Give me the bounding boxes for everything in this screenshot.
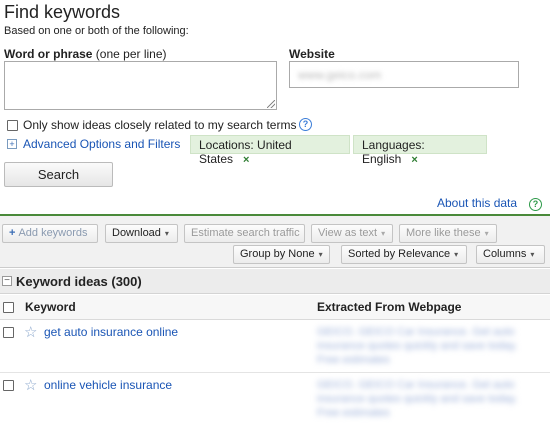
table-row: ☆ online vehicle insurance GEICO. GEICO … — [0, 374, 550, 425]
chevron-down-icon: ▾ — [530, 250, 535, 259]
expand-plus-icon[interactable]: + — [7, 139, 17, 149]
results-toolbar: + Add keywords Download ▾ Estimate search … — [0, 214, 550, 268]
website-label-text: Website — [289, 47, 335, 61]
download-button[interactable]: Download ▾ — [105, 224, 178, 243]
more-like-these-label: More like these — [406, 227, 481, 239]
word-phrase-label-bold: Word or phrase — [4, 47, 93, 61]
download-label: Download — [112, 227, 161, 239]
sort-label: Sorted by Relevance — [348, 248, 451, 260]
keyword-link[interactable]: online vehicle insurance — [44, 378, 172, 392]
only-show-label: Only show ideas closely related to my se… — [23, 118, 297, 132]
website-input[interactable]: www.geico.com — [289, 61, 519, 88]
view-as-text-label: View as text — [318, 227, 378, 239]
keyword-ideas-title: Keyword ideas (300) — [16, 274, 142, 289]
column-header-extracted[interactable]: Extracted From Webpage — [317, 300, 461, 314]
page-subtitle: Based on one or both of the following: — [4, 25, 189, 37]
table-header: Keyword Extracted From Webpage — [0, 295, 550, 320]
group-by-label: Group by None — [240, 248, 315, 260]
extracted-text: GEICO. GEICO Car Insurance. Get auto ins… — [317, 326, 518, 366]
group-by-dropdown[interactable]: Group by None ▾ — [233, 245, 330, 264]
collapse-minus-icon[interactable]: − — [2, 276, 12, 286]
keyword-link[interactable]: get auto insurance online — [44, 325, 178, 339]
add-keywords-button[interactable]: + Add keywords — [2, 224, 98, 243]
website-label: Website — [289, 47, 335, 61]
chevron-down-icon: ▾ — [318, 250, 323, 259]
extracted-text: GEICO. GEICO Car Insurance. Get auto ins… — [317, 379, 518, 419]
about-data-link[interactable]: About this data — [437, 196, 517, 210]
language-filter-chip: Languages: English × — [353, 135, 487, 166]
more-like-these-button[interactable]: More like these ▾ — [399, 224, 497, 243]
word-phrase-textarea[interactable] — [4, 61, 277, 110]
chevron-down-icon: ▾ — [381, 229, 386, 238]
row-checkbox[interactable] — [3, 380, 14, 391]
chevron-down-icon: ▾ — [454, 250, 459, 259]
star-icon[interactable]: ☆ — [24, 323, 37, 341]
location-filter-chip: Locations: United States × — [190, 135, 350, 166]
keyword-ideas-header: − Keyword ideas (300) — [0, 269, 550, 294]
resize-grip-icon[interactable] — [267, 100, 275, 108]
location-chip-close-icon[interactable]: × — [243, 154, 249, 166]
column-header-keyword[interactable]: Keyword — [25, 300, 76, 314]
chevron-down-icon: ▾ — [484, 229, 489, 238]
website-input-value: www.geico.com — [298, 68, 382, 82]
word-phrase-label-hint: (one per line) — [92, 47, 167, 61]
add-keywords-label: Add keywords — [18, 227, 88, 239]
about-help-icon[interactable]: ? — [529, 198, 542, 211]
table-row: ☆ get auto insurance online GEICO. GEICO… — [0, 321, 550, 373]
advanced-options-link[interactable]: Advanced Options and Filters — [23, 137, 180, 151]
star-icon[interactable]: ☆ — [24, 376, 37, 394]
help-icon[interactable]: ? — [299, 118, 312, 131]
language-chip-close-icon[interactable]: × — [411, 154, 417, 166]
view-as-text-button[interactable]: View as text ▾ — [311, 224, 393, 243]
columns-dropdown[interactable]: Columns ▾ — [476, 245, 545, 264]
search-button[interactable]: Search — [4, 162, 113, 187]
word-phrase-label: Word or phrase (one per line) — [4, 47, 167, 61]
only-show-checkbox[interactable] — [7, 120, 18, 131]
sort-dropdown[interactable]: Sorted by Relevance ▾ — [341, 245, 467, 264]
select-all-checkbox[interactable] — [3, 302, 14, 313]
estimate-traffic-button[interactable]: Estimate search traffic — [184, 224, 305, 243]
columns-label: Columns — [483, 248, 527, 260]
row-checkbox[interactable] — [3, 327, 14, 338]
chevron-down-icon: ▾ — [164, 229, 169, 238]
add-plus-icon: + — [9, 227, 16, 239]
page-title: Find keywords — [4, 2, 121, 22]
